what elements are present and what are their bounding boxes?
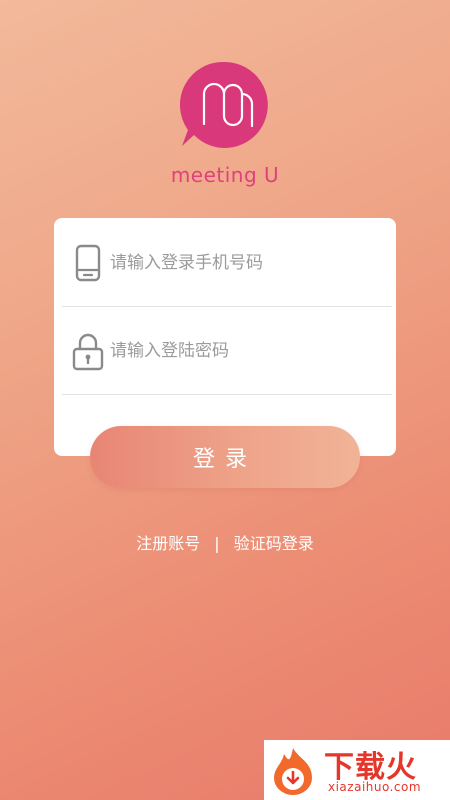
mobile-phone-icon [75,244,101,282]
secondary-links: 注册账号 | 验证码登录 [0,530,450,554]
phone-input[interactable] [108,246,382,280]
watermark-url: xiazaihuo.com [328,780,422,794]
login-button[interactable]: 登录 [90,426,360,488]
password-field-row [62,306,392,395]
padlock-icon [72,333,104,371]
link-separator: | [214,534,220,553]
register-account-link[interactable]: 注册账号 [136,530,200,554]
phone-field-row [62,218,392,307]
watermark-badge: 下载火 xiazaihuo.com [264,740,450,800]
password-input[interactable] [108,334,382,368]
app-name: meeting U [170,163,280,187]
app-header: meeting U [0,60,450,190]
mu-bubble-logo-icon [180,61,268,148]
fire-download-logo-icon [274,748,312,795]
login-card [54,218,396,456]
sms-code-login-link[interactable]: 验证码登录 [234,530,314,554]
